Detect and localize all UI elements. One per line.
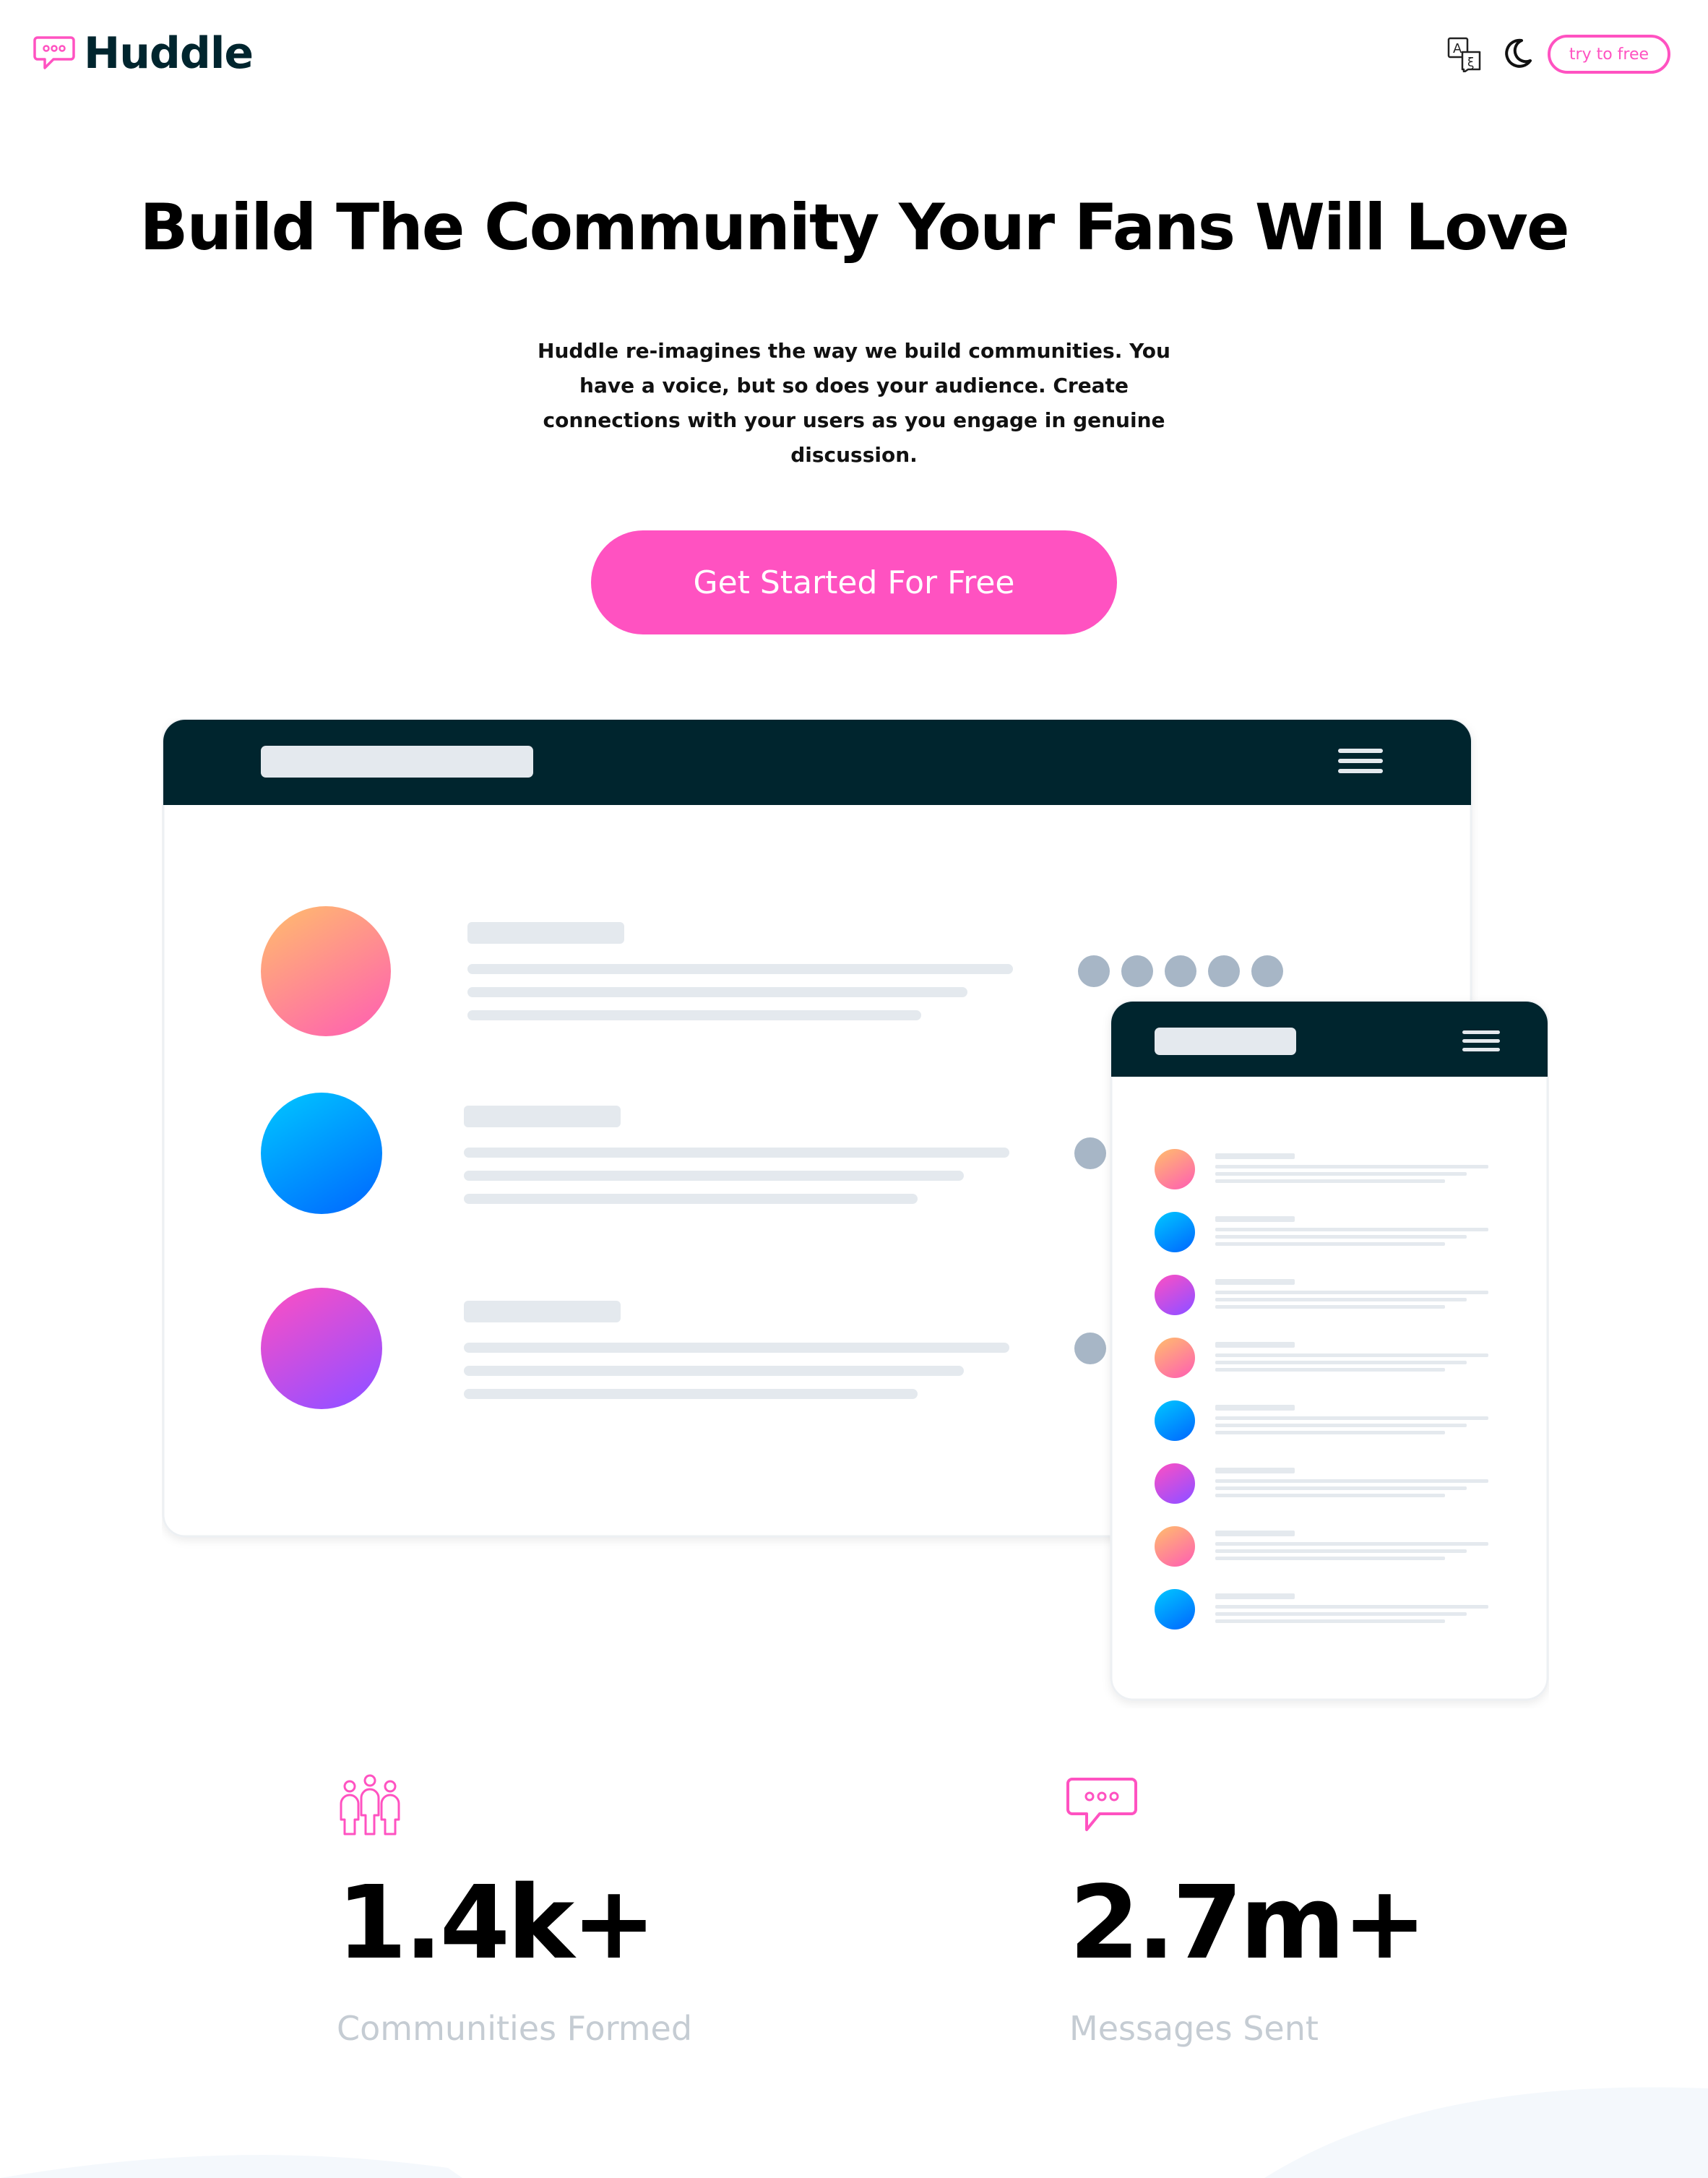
mobile-skeleton-line	[1215, 1298, 1467, 1301]
mobile-avatar	[1155, 1149, 1195, 1189]
chat-bubble-icon	[1066, 1778, 1137, 1831]
mobile-window	[1110, 1000, 1549, 1701]
stat-label-communities: Communities Formed	[337, 2009, 693, 2048]
mobile-skeleton-line	[1215, 1494, 1445, 1497]
brand-name: Huddle	[84, 28, 254, 79]
mobile-skeleton-line	[1215, 1353, 1488, 1357]
menu-icon	[1462, 1030, 1500, 1051]
mobile-skeleton-line	[1215, 1165, 1488, 1168]
mobile-skeleton-line	[1215, 1424, 1467, 1427]
mobile-skeleton-line	[1215, 1279, 1295, 1285]
try-free-button[interactable]: try to free	[1548, 35, 1670, 74]
moon-icon	[1505, 38, 1532, 68]
theme-toggle[interactable]	[1501, 38, 1533, 69]
mobile-skeleton-line	[1215, 1242, 1445, 1246]
mobile-skeleton-line	[1215, 1235, 1467, 1239]
mobile-skeleton-line	[1215, 1557, 1445, 1560]
translate-icon: A ξ	[1447, 37, 1481, 74]
stat-value-communities: 1.4k+	[337, 1864, 656, 1982]
mobile-avatar	[1155, 1275, 1195, 1315]
mobile-skeleton-line	[1215, 1342, 1295, 1348]
page-title: Build The Community Your Fans Will Love	[139, 190, 1569, 264]
mobile-skeleton-line	[1215, 1179, 1445, 1183]
users-icon	[340, 1774, 400, 1835]
mobile-skeleton-line	[1215, 1468, 1295, 1473]
svg-text:A: A	[1453, 41, 1462, 56]
stat-value-messages: 2.7m+	[1069, 1864, 1427, 1982]
mobile-skeleton-line	[1215, 1228, 1488, 1231]
mobile-skeleton-line	[1215, 1531, 1295, 1536]
mobile-skeleton-line	[1215, 1486, 1467, 1490]
mobile-skeleton-line	[1215, 1153, 1295, 1159]
mobile-skeleton-line	[1215, 1542, 1488, 1546]
footer-wave	[0, 2087, 1708, 2178]
mobile-skeleton-line	[1215, 1416, 1488, 1420]
mobile-avatar	[1155, 1526, 1195, 1567]
get-started-button[interactable]: Get Started For Free	[591, 530, 1117, 634]
mobile-skeleton-line	[1215, 1619, 1445, 1623]
svg-text:ξ: ξ	[1467, 56, 1474, 70]
mobile-skeleton-line	[1215, 1479, 1488, 1483]
hero-description: Huddle re-imagines the way we build comm…	[538, 339, 1170, 467]
menu-icon	[1338, 749, 1383, 773]
mobile-skeleton-line	[1215, 1612, 1467, 1616]
mobile-avatar	[1155, 1212, 1195, 1252]
mobile-skeleton-line	[1215, 1605, 1488, 1609]
mobile-avatar	[1155, 1400, 1195, 1441]
mobile-skeleton-line	[1215, 1216, 1295, 1222]
mobile-skeleton-line	[1215, 1593, 1295, 1599]
logo[interactable]: Huddle	[33, 28, 254, 79]
mobile-avatar	[1155, 1338, 1195, 1378]
mobile-skeleton-line	[1215, 1431, 1445, 1434]
stat-label-messages: Messages Sent	[1069, 2009, 1319, 2048]
mobile-skeleton-line	[1215, 1549, 1467, 1553]
mobile-avatar	[1155, 1589, 1195, 1630]
mobile-skeleton-line	[1215, 1405, 1295, 1411]
mobile-skeleton-line	[1215, 1368, 1445, 1372]
mobile-skeleton-line	[1215, 1172, 1467, 1176]
chat-bubble-icon	[33, 36, 75, 69]
app-mockup-illustration	[162, 718, 1549, 1701]
translate-button[interactable]: A ξ	[1446, 36, 1483, 74]
mobile-skeleton-line	[1215, 1291, 1488, 1294]
mobile-avatar	[1155, 1463, 1195, 1504]
mobile-skeleton-line	[1215, 1361, 1467, 1364]
mobile-skeleton-line	[1215, 1305, 1445, 1309]
